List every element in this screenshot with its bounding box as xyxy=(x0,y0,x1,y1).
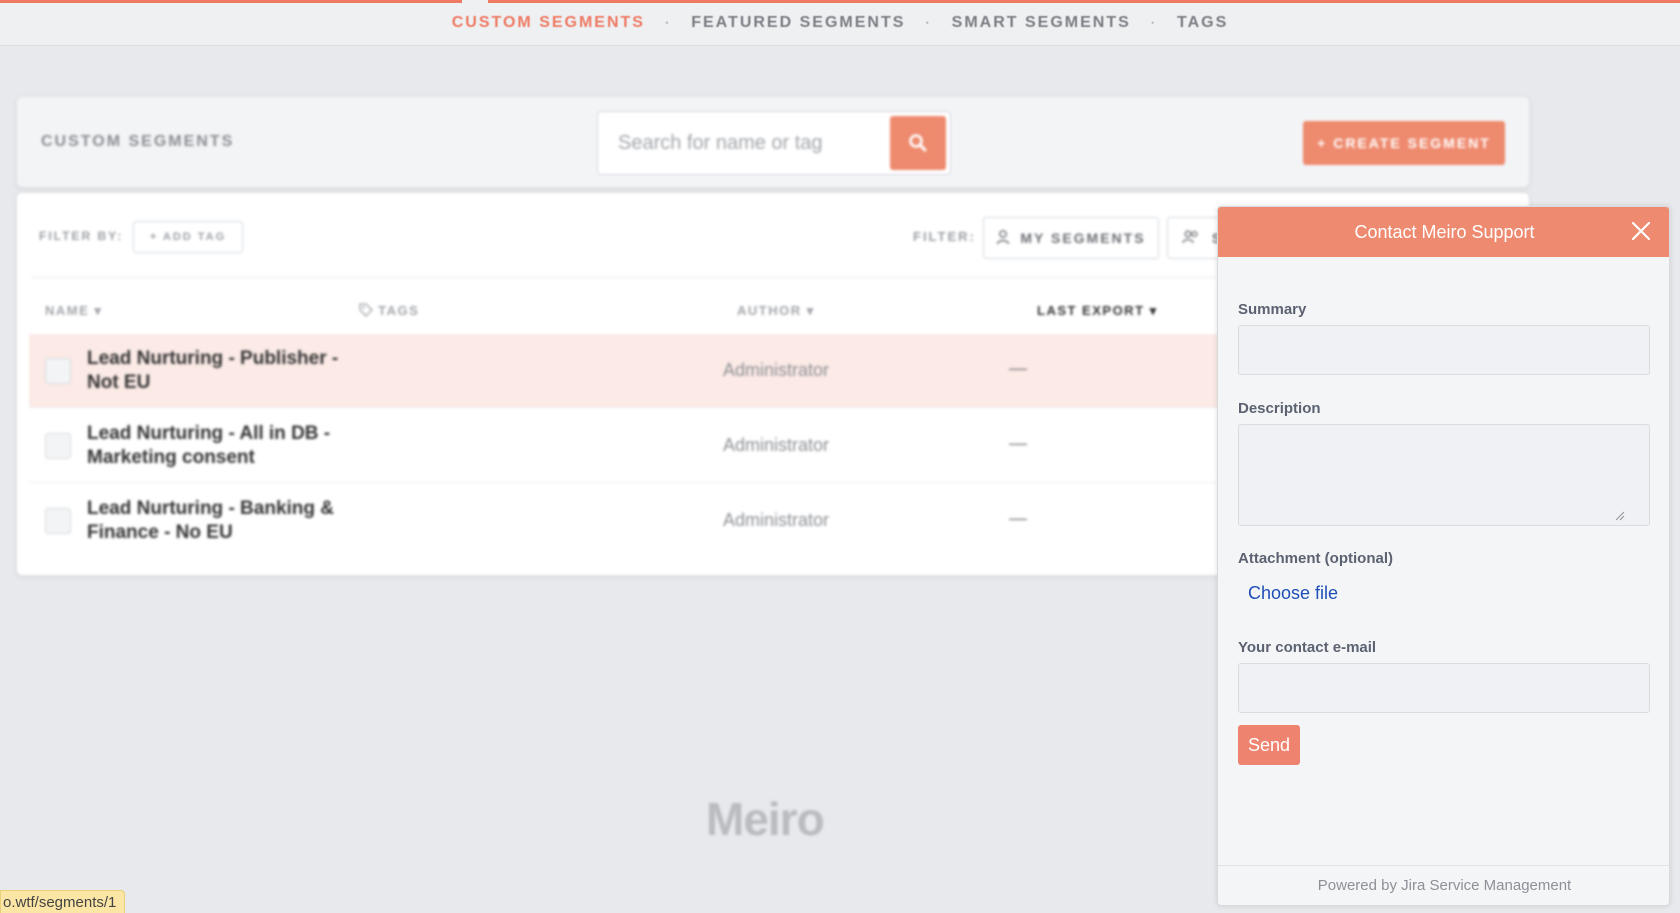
column-header-name[interactable]: NAME ▾ xyxy=(45,303,102,319)
widget-title: Contact Meiro Support xyxy=(1354,222,1535,242)
filter-by-label: FILTER BY: xyxy=(39,229,124,243)
choose-file-button[interactable]: Choose file xyxy=(1248,583,1338,604)
nav-separator: · xyxy=(1151,17,1157,29)
segment-name[interactable]: Lead Nurturing - Publisher - Not EU xyxy=(87,347,347,395)
contact-support-widget: Contact Meiro Support Summary Descriptio… xyxy=(1217,206,1670,906)
column-header-tags: TAGS xyxy=(359,303,419,318)
search-placeholder: Search for name or tag xyxy=(618,132,823,154)
segment-author: Administrator xyxy=(723,360,830,380)
segment-icon xyxy=(45,433,71,459)
search-icon xyxy=(909,134,927,152)
email-label: Your contact e-mail xyxy=(1238,639,1377,656)
description-label: Description xyxy=(1238,400,1321,417)
summary-field[interactable] xyxy=(1238,325,1650,375)
tab-smart-segments[interactable]: SMART SEGMENTS xyxy=(952,14,1131,32)
search-button[interactable] xyxy=(890,116,946,170)
my-segments-button[interactable]: MY SEGMENTS xyxy=(983,217,1159,259)
column-last-export-label: LAST EXPORT xyxy=(1037,303,1145,318)
my-segments-label: MY SEGMENTS xyxy=(1020,230,1146,246)
segment-last-export: — xyxy=(1009,358,1027,378)
description-field[interactable] xyxy=(1238,424,1650,526)
status-url-tooltip: o.wtf/segments/1 xyxy=(0,890,126,913)
segment-name[interactable]: Lead Nurturing - All in DB - Marketing c… xyxy=(87,422,347,470)
resize-handle-icon[interactable] xyxy=(1615,511,1625,521)
tab-custom-segments[interactable]: CUSTOM SEGMENTS xyxy=(452,14,645,32)
nav-accent-line xyxy=(0,0,462,3)
segments-header-card: CUSTOM SEGMENTS Search for name or tag +… xyxy=(16,96,1530,188)
column-author-label: AUTHOR xyxy=(737,303,802,318)
tag-icon xyxy=(359,303,373,317)
attachment-label: Attachment (optional) xyxy=(1238,550,1393,567)
column-header-last-export[interactable]: LAST EXPORT ▾ xyxy=(1037,303,1158,319)
segment-icon xyxy=(45,358,71,384)
email-field[interactable] xyxy=(1238,663,1650,713)
segment-author: Administrator xyxy=(723,510,830,530)
summary-label: Summary xyxy=(1238,301,1307,318)
top-navigation-bar: CUSTOM SEGMENTS · FEATURED SEGMENTS · SM… xyxy=(0,0,1680,46)
meiro-logo: Meiro xyxy=(706,793,825,845)
send-button[interactable]: Send xyxy=(1238,725,1300,765)
tab-tags[interactable]: TAGS xyxy=(1177,14,1228,32)
column-tags-label: TAGS xyxy=(378,303,420,318)
segment-last-export: — xyxy=(1009,433,1027,453)
segments-tabs: CUSTOM SEGMENTS · FEATURED SEGMENTS · SM… xyxy=(0,14,1680,32)
tab-featured-segments[interactable]: FEATURED SEGMENTS xyxy=(691,14,905,32)
column-name-label: NAME xyxy=(45,303,90,318)
nav-accent-line xyxy=(488,0,1680,3)
create-segment-button[interactable]: + CREATE SEGMENT xyxy=(1303,121,1505,165)
segment-author: Administrator xyxy=(723,435,830,455)
users-icon xyxy=(1182,230,1198,244)
add-tag-button[interactable]: + ADD TAG xyxy=(133,221,243,253)
page-title: CUSTOM SEGMENTS xyxy=(41,133,235,150)
search-input[interactable]: Search for name or tag xyxy=(597,111,951,175)
powered-by-footer: Powered by Jira Service Management xyxy=(1218,865,1669,905)
nav-separator: · xyxy=(925,17,932,29)
segment-last-export: — xyxy=(1009,508,1027,528)
widget-header: Contact Meiro Support xyxy=(1218,207,1669,257)
nav-separator: · xyxy=(665,17,671,29)
close-icon[interactable] xyxy=(1629,219,1653,243)
segment-name[interactable]: Lead Nurturing - Banking & Finance - No … xyxy=(87,497,347,545)
column-header-author[interactable]: AUTHOR ▾ xyxy=(737,303,815,319)
segment-icon xyxy=(45,508,71,534)
filter-label: FILTER: xyxy=(913,229,976,244)
user-icon xyxy=(997,230,1010,245)
